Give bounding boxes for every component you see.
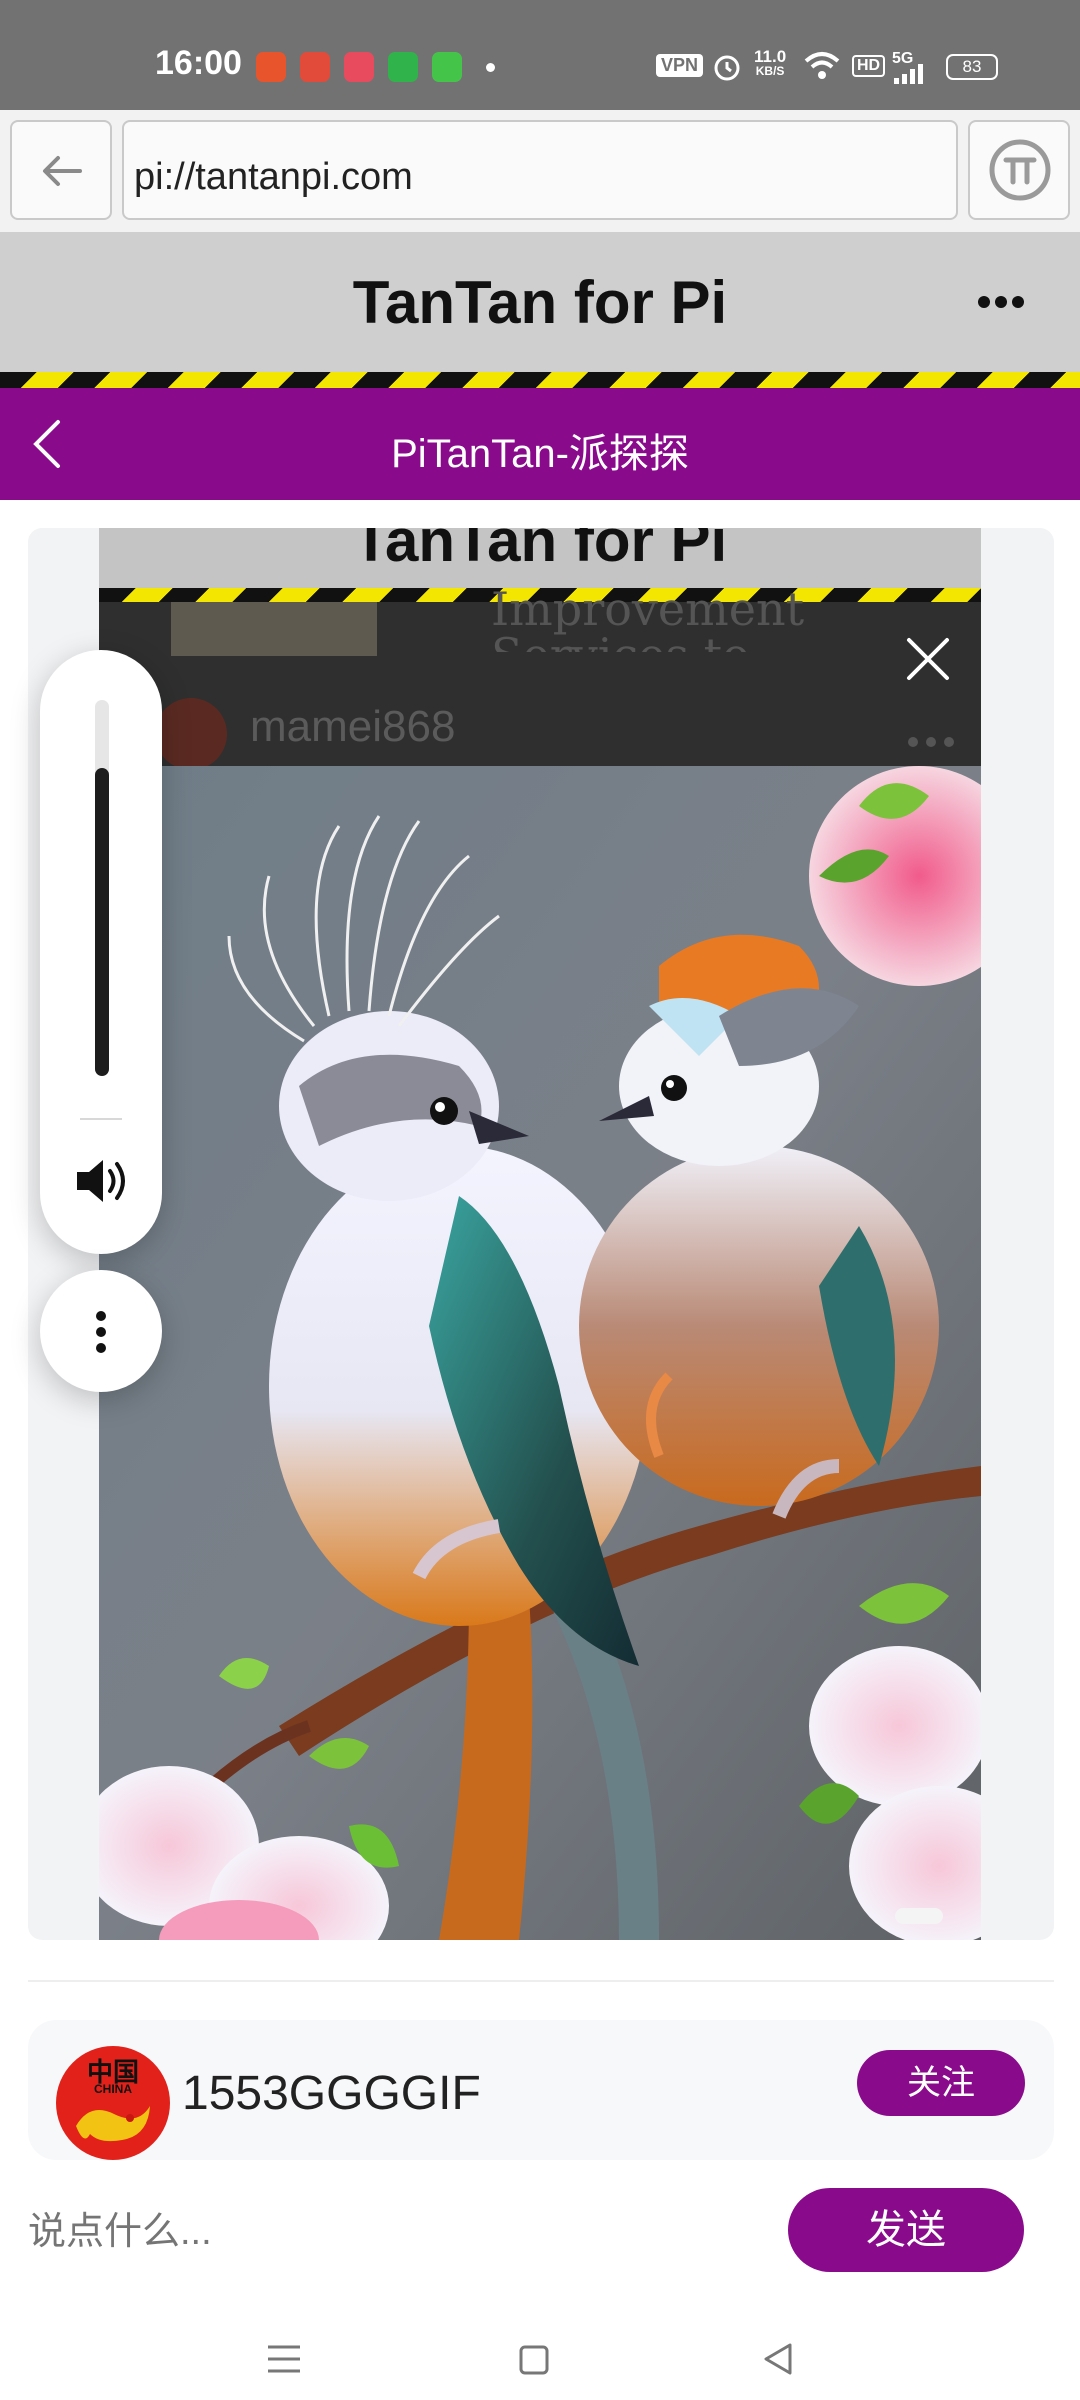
avatar[interactable]: 中国 CHINA bbox=[56, 2046, 170, 2160]
image-viewer: TanTan for Pi Improvement Services to ma… bbox=[99, 528, 981, 1940]
arrow-left-icon bbox=[43, 156, 82, 186]
back-triangle-icon[interactable] bbox=[762, 2342, 794, 2376]
notification-app-icon bbox=[432, 52, 462, 82]
browser-toolbar: pi://tantanpi.com bbox=[0, 110, 1080, 232]
pi-browser-button[interactable] bbox=[968, 120, 1070, 220]
bg-avatar bbox=[155, 698, 227, 770]
battery-icon: 83 bbox=[946, 54, 998, 80]
more-vertical-icon bbox=[96, 1311, 106, 1353]
volume-control bbox=[40, 650, 162, 1254]
app-title: TanTan for Pi bbox=[352, 269, 728, 336]
system-nav-bar bbox=[0, 2300, 1080, 2400]
app-header: TanTan for Pi bbox=[0, 232, 1080, 372]
wifi-icon bbox=[804, 52, 840, 79]
home-icon[interactable] bbox=[518, 2344, 550, 2376]
browser-back-button[interactable] bbox=[10, 120, 112, 220]
notification-app-icon bbox=[344, 52, 374, 82]
hazard-stripe bbox=[0, 372, 1080, 388]
send-button[interactable]: 发送 bbox=[788, 2188, 1024, 2272]
bg-header-title: TanTan for Pi bbox=[352, 528, 728, 574]
bg-article-thumbnail bbox=[171, 602, 377, 656]
pi-logo-icon bbox=[989, 139, 1051, 201]
notification-app-icon bbox=[256, 52, 286, 82]
comment-input[interactable] bbox=[28, 2200, 748, 2264]
signal-icon bbox=[894, 64, 923, 84]
post-image[interactable] bbox=[99, 766, 981, 1940]
status-time: 16:00 bbox=[155, 44, 242, 82]
status-bar: 16:00 VPN 11.0 KB/S HD 5G 83 bbox=[0, 0, 1080, 110]
menu-icon[interactable] bbox=[266, 2344, 302, 2374]
more-options-button[interactable] bbox=[40, 1270, 162, 1392]
page-title: PiTanTan-派探探 bbox=[391, 432, 689, 476]
more-horizontal-icon[interactable] bbox=[976, 294, 1026, 310]
avatar-subtext: CHINA bbox=[94, 2082, 132, 2096]
hd-badge: HD bbox=[852, 55, 886, 77]
alarm-icon bbox=[714, 55, 740, 81]
close-icon[interactable] bbox=[905, 636, 951, 682]
notification-app-icon bbox=[300, 52, 330, 82]
speaker-icon[interactable] bbox=[73, 1154, 131, 1208]
bg-more-icon bbox=[908, 737, 954, 747]
bg-username: mamei868 bbox=[250, 702, 456, 751]
divider bbox=[28, 1980, 1054, 1982]
net-speed: 11.0 KB/S bbox=[754, 47, 787, 78]
dragon-emblem-icon bbox=[76, 2106, 150, 2142]
volume-slider[interactable] bbox=[95, 700, 109, 1076]
more-notifications-dot bbox=[486, 63, 495, 72]
bg-article-text: Services to bbox=[491, 628, 750, 652]
net-speed-unit: KB/S bbox=[755, 64, 785, 78]
url-field[interactable]: pi://tantanpi.com bbox=[122, 120, 958, 220]
net-speed-value: 11.0 bbox=[754, 47, 787, 66]
page-nav-bar: PiTanTan-派探探 bbox=[0, 388, 1080, 500]
follow-button[interactable]: 关注 bbox=[857, 2050, 1025, 2116]
phone-app-icon bbox=[388, 52, 418, 82]
bg-header: TanTan for Pi bbox=[99, 528, 981, 588]
vpn-badge: VPN bbox=[656, 54, 704, 77]
author-name[interactable]: 1553GGGGIF bbox=[182, 2066, 481, 2121]
volume-slider-fill bbox=[95, 767, 109, 1076]
divider bbox=[80, 1118, 122, 1120]
